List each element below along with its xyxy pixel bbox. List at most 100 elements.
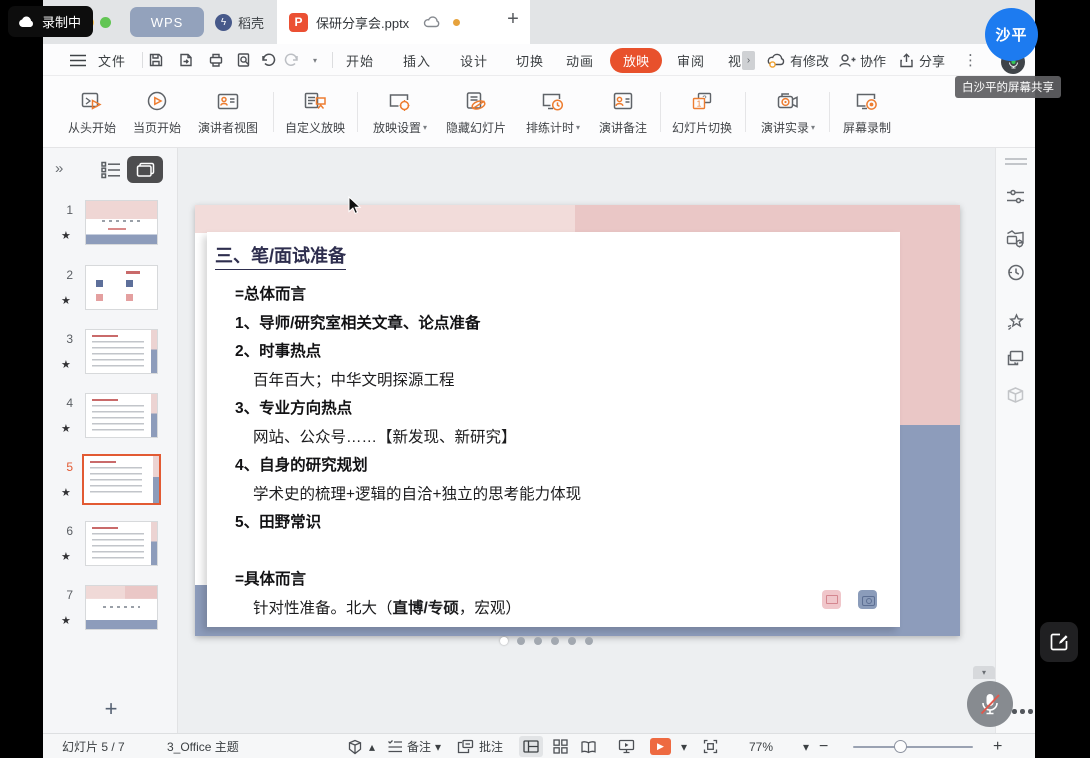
slide-thumbnail-1[interactable] xyxy=(85,200,158,245)
divider xyxy=(357,92,358,132)
play-from-current-statusbar-icon[interactable] xyxy=(614,736,638,757)
play-from-beginning-icon xyxy=(79,89,105,115)
annotate-pen-button[interactable] xyxy=(1040,622,1078,662)
from-beginning-button[interactable]: 从头开始 xyxy=(60,82,124,142)
tab-docer[interactable]: ϟ 稻壳 xyxy=(209,7,279,37)
modified-status[interactable]: 有修改 xyxy=(766,44,829,76)
slide-display-icon xyxy=(822,590,841,609)
slide-thumbnail-5-selected[interactable] xyxy=(82,454,161,505)
notes-label[interactable]: 备注 xyxy=(407,734,431,758)
share-button[interactable]: 分享 xyxy=(898,44,945,76)
thumbnail-view-button[interactable] xyxy=(127,156,163,183)
more-options-icon[interactable]: ⋮ xyxy=(963,44,978,76)
hide-slide-button[interactable]: 隐藏幻灯片 xyxy=(438,82,514,142)
comments-icon[interactable] xyxy=(457,734,474,758)
show-settings-button[interactable]: 放映设置▾ xyxy=(363,82,437,142)
hamburger-menu-icon[interactable] xyxy=(69,44,87,76)
menu-tab-insert[interactable]: 插入 xyxy=(403,44,431,76)
menu-file[interactable]: 文件 xyxy=(98,44,126,76)
menu-tab-review[interactable]: 审阅 xyxy=(677,44,705,76)
screen-record-button[interactable]: 屏幕录制 xyxy=(835,82,899,142)
export-icon[interactable] xyxy=(177,44,195,76)
effects-star-icon[interactable] xyxy=(1005,312,1026,333)
caret-down-icon[interactable]: ▾ xyxy=(803,734,809,758)
panel-grip-handle[interactable] xyxy=(1005,158,1027,165)
mic-muted-button[interactable] xyxy=(967,681,1013,727)
collaborate-button[interactable]: 协作 xyxy=(838,44,886,76)
menu-tab-design[interactable]: 设计 xyxy=(460,44,488,76)
speaker-notes-button[interactable]: 演讲备注 xyxy=(591,82,655,142)
slide-sorter-view-button[interactable] xyxy=(548,736,572,757)
pagination-dot xyxy=(585,637,593,645)
menu-tab-transition[interactable]: 切换 xyxy=(516,44,544,76)
play-slideshow-button[interactable]: ▶ xyxy=(650,738,671,755)
recording-badge[interactable]: 录制中 xyxy=(8,6,93,37)
caret-up-icon[interactable]: ▴ xyxy=(369,734,375,758)
zoom-traffic-light[interactable] xyxy=(100,17,111,28)
menu-tab-slideshow-active[interactable]: 放映 xyxy=(610,44,662,76)
slide-thumbnail-6[interactable] xyxy=(85,521,158,566)
slide-content-card[interactable]: 三、笔/面试准备 =总体而言 1、导师/研究室相关文章、论点准备 2、时事热点 … xyxy=(207,232,900,627)
outline-list-icon[interactable] xyxy=(101,161,121,179)
tab-document[interactable]: P 保研分享会.pptx xyxy=(277,0,530,44)
presenter-view-button[interactable]: 演讲者视图 xyxy=(190,82,266,142)
tab-wps-home[interactable]: WPS xyxy=(130,7,204,37)
animation-star-icon: ★ xyxy=(61,358,71,371)
tab-overflow-chevron-icon[interactable]: › xyxy=(742,51,755,70)
slide-thumbnail-3[interactable] xyxy=(85,329,158,374)
print-icon[interactable] xyxy=(207,44,225,76)
mic-muted-icon xyxy=(978,691,1002,717)
comments-label[interactable]: 批注 xyxy=(479,734,503,758)
zoom-slider-track[interactable] xyxy=(853,746,973,748)
menu-tab-animation[interactable]: 动画 xyxy=(566,44,594,76)
dock-collapse-tab[interactable]: ▾ xyxy=(973,666,995,679)
from-current-button[interactable]: 当页开始 xyxy=(125,82,189,142)
undo-icon[interactable] xyxy=(259,44,277,76)
quickbar-more-caret-icon[interactable]: ▾ xyxy=(313,44,317,76)
user-avatar[interactable]: 沙平 xyxy=(985,8,1038,61)
theme-cube-icon[interactable] xyxy=(347,734,363,758)
new-tab-button[interactable]: + xyxy=(501,8,525,31)
slide-deco-blue-strip xyxy=(195,627,960,636)
slide-number: 3 xyxy=(57,332,73,346)
record-lecture-button[interactable]: 演讲实录▾ xyxy=(751,82,825,142)
dock-more-dots-icon[interactable] xyxy=(1012,709,1033,714)
slide-deco-blue-column xyxy=(900,425,960,636)
slide-counter: 幻灯片 5 / 7 xyxy=(62,734,125,758)
slide-thumbnail-7[interactable] xyxy=(85,585,158,630)
print-preview-icon[interactable] xyxy=(235,44,253,76)
save-icon[interactable] xyxy=(147,44,165,76)
notes-icon[interactable] xyxy=(387,734,403,758)
rehearse-timings-button[interactable]: 排练计时▾ xyxy=(514,82,592,142)
menu-tab-home[interactable]: 开始 xyxy=(346,44,374,76)
zoom-out-button[interactable]: − xyxy=(819,734,828,758)
properties-sliders-icon[interactable] xyxy=(1005,186,1026,207)
design-template-icon[interactable] xyxy=(1005,228,1026,249)
add-slide-button[interactable]: + xyxy=(99,696,123,722)
divider xyxy=(273,92,274,132)
zoom-in-button[interactable]: + xyxy=(993,734,1002,758)
slide-thumbnail-2[interactable] xyxy=(85,265,158,310)
zoom-level[interactable]: 77% xyxy=(749,734,773,758)
slide-number: 4 xyxy=(57,396,73,410)
animation-star-icon: ★ xyxy=(61,422,71,435)
theme-box-icon[interactable] xyxy=(1005,385,1026,406)
normal-view-button[interactable] xyxy=(519,736,543,757)
caret-down-icon[interactable]: ▾ xyxy=(435,734,441,758)
caret-down-icon[interactable]: ▾ xyxy=(681,734,687,758)
duplicate-slide-icon[interactable] xyxy=(1005,348,1026,369)
zoom-slider-knob[interactable] xyxy=(894,740,907,753)
slide-thumbnail-4[interactable] xyxy=(85,393,158,438)
current-slide[interactable]: 三、笔/面试准备 =总体而言 1、导师/研究室相关文章、论点准备 2、时事热点 … xyxy=(195,205,960,636)
history-icon[interactable] xyxy=(1005,262,1026,283)
reading-view-button[interactable] xyxy=(576,736,600,757)
custom-show-button[interactable]: 自定义放映 xyxy=(277,82,353,142)
menu-tab-view[interactable]: 视 xyxy=(728,44,742,76)
theme-name[interactable]: 3_Office 主题 xyxy=(167,734,239,758)
slide-number-current: 5 xyxy=(57,460,73,474)
collapse-panel-icon[interactable]: » xyxy=(55,160,63,177)
redo-icon[interactable] xyxy=(283,44,301,76)
collaborate-icon xyxy=(838,52,856,69)
slide-switch-button[interactable]: ? 1 幻灯片切换 xyxy=(664,82,740,142)
fullscreen-icon[interactable] xyxy=(703,734,718,758)
